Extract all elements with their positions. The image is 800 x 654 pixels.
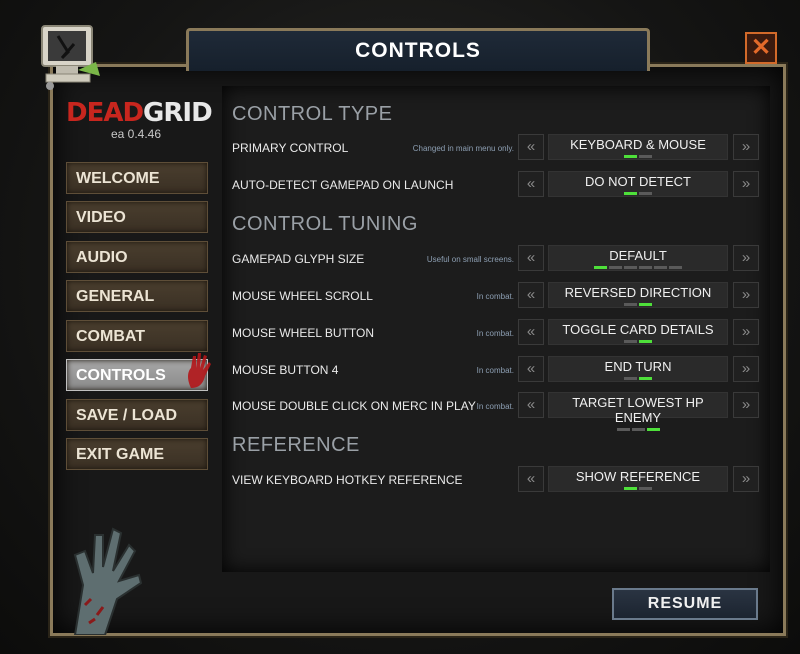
option-pip-selected	[594, 266, 607, 269]
setting-value-text: DO NOT DETECT	[585, 174, 691, 189]
option-indicator	[549, 192, 727, 195]
sidebar-item-audio[interactable]: AUDIO	[66, 241, 208, 273]
setting-label-auto-detect-gamepad-on-launch: AUTO-DETECT GAMEPAD ON LAUNCH	[232, 178, 454, 192]
prev-option-button[interactable]: «	[518, 392, 544, 418]
option-pip-selected	[646, 428, 660, 431]
setting-value-text: END TURN	[604, 359, 672, 374]
setting-note: Changed in main menu only.	[412, 144, 514, 153]
next-option-button[interactable]: »	[733, 392, 759, 418]
resume-button[interactable]: RESUME	[612, 588, 758, 620]
sidebar-item-welcome[interactable]: WELCOME	[66, 162, 208, 194]
option-pip	[616, 428, 630, 431]
option-indicator	[549, 487, 727, 490]
setting-note: In combat.	[476, 329, 514, 338]
setting-value-text: SHOW REFERENCE	[575, 469, 701, 484]
option-pip	[639, 487, 652, 490]
setting-value-text: TOGGLE CARD DETAILS	[562, 322, 714, 337]
setting-value-text: TARGET LOWEST HP ENEMY	[572, 395, 704, 425]
next-option-button[interactable]: »	[733, 134, 759, 160]
next-option-button[interactable]: »	[733, 282, 759, 308]
prev-option-button[interactable]: «	[518, 319, 544, 345]
option-pip	[624, 377, 637, 380]
blood-handprint-icon	[188, 353, 211, 388]
next-option-button[interactable]: »	[733, 466, 759, 492]
setting-value-mouse-wheel-button[interactable]: TOGGLE CARD DETAILS	[548, 319, 728, 345]
setting-value-gamepad-glyph-size[interactable]: DEFAULT	[548, 245, 728, 271]
prev-option-button[interactable]: «	[518, 171, 544, 197]
option-pip-selected	[639, 340, 652, 343]
option-indicator	[549, 340, 727, 343]
option-pip-selected	[639, 377, 652, 380]
setting-note: In combat.	[476, 366, 514, 375]
option-pip	[639, 266, 652, 269]
next-option-button[interactable]: »	[733, 356, 759, 382]
option-pip-selected	[624, 487, 637, 490]
setting-value-mouse-double-click-on-merc-in-play[interactable]: TARGET LOWEST HP ENEMY	[548, 392, 728, 431]
next-option-button[interactable]: »	[733, 171, 759, 197]
next-option-button[interactable]: »	[733, 319, 759, 345]
section-reference: REFERENCE	[232, 434, 360, 456]
sidebar-item-exit-game[interactable]: EXIT GAME	[66, 438, 208, 470]
setting-value-mouse-button-4[interactable]: END TURN	[548, 356, 728, 382]
sidebar-item-general[interactable]: GENERAL	[66, 280, 208, 312]
close-button[interactable]: ✕	[745, 32, 777, 64]
setting-value-text: REVERSED DIRECTION	[564, 285, 712, 300]
game-logo: DEADGRID	[66, 98, 213, 128]
option-pip	[669, 266, 682, 269]
option-pip	[609, 266, 622, 269]
option-indicator	[549, 303, 727, 306]
section-control-tuning: CONTROL TUNING	[232, 213, 418, 235]
setting-value-primary-control[interactable]: KEYBOARD & MOUSE	[548, 134, 728, 160]
logo-grid: GRID	[143, 98, 213, 128]
section-control-type: CONTROL TYPE	[232, 103, 393, 125]
setting-note: In combat.	[476, 292, 514, 301]
option-indicator	[549, 266, 727, 269]
setting-value-text: DEFAULT	[609, 248, 667, 263]
setting-value-view-keyboard-hotkey-reference[interactable]: SHOW REFERENCE	[548, 466, 728, 492]
prev-option-button[interactable]: «	[518, 134, 544, 160]
option-pip	[639, 192, 652, 195]
option-pip	[624, 303, 637, 306]
logo-dead: DEAD	[66, 98, 144, 128]
option-pip	[654, 266, 667, 269]
prev-option-button[interactable]: «	[518, 356, 544, 382]
option-pip	[624, 266, 637, 269]
option-indicator	[549, 428, 727, 431]
prev-option-button[interactable]: «	[518, 245, 544, 271]
sidebar-item-save-load[interactable]: SAVE / LOAD	[66, 399, 208, 431]
option-pip	[624, 340, 637, 343]
option-indicator	[549, 155, 727, 158]
setting-value-auto-detect-gamepad-on-launch[interactable]: DO NOT DETECT	[548, 171, 728, 197]
setting-value-text: KEYBOARD & MOUSE	[570, 137, 706, 152]
setting-note: Useful on small screens.	[426, 255, 514, 264]
option-pip	[631, 428, 645, 431]
sidebar-item-combat[interactable]: COMBAT	[66, 320, 208, 352]
option-pip-selected	[624, 155, 637, 158]
option-pip-selected	[624, 192, 637, 195]
option-pip	[639, 155, 652, 158]
next-option-button[interactable]: »	[733, 245, 759, 271]
monitor-logo-icon	[41, 25, 100, 90]
option-pip-selected	[639, 303, 652, 306]
prev-option-button[interactable]: «	[518, 466, 544, 492]
option-indicator	[549, 377, 727, 380]
setting-value-mouse-wheel-scroll[interactable]: REVERSED DIRECTION	[548, 282, 728, 308]
window-title: CONTROLS	[186, 28, 650, 71]
setting-note: In combat.	[476, 402, 514, 411]
setting-label-view-keyboard-hotkey-reference: VIEW KEYBOARD HOTKEY REFERENCE	[232, 473, 463, 487]
zombie-hand-icon	[73, 527, 143, 635]
close-icon: ✕	[750, 34, 772, 61]
version-label: ea 0.4.46	[110, 127, 162, 141]
prev-option-button[interactable]: «	[518, 282, 544, 308]
sidebar-item-video[interactable]: VIDEO	[66, 201, 208, 233]
